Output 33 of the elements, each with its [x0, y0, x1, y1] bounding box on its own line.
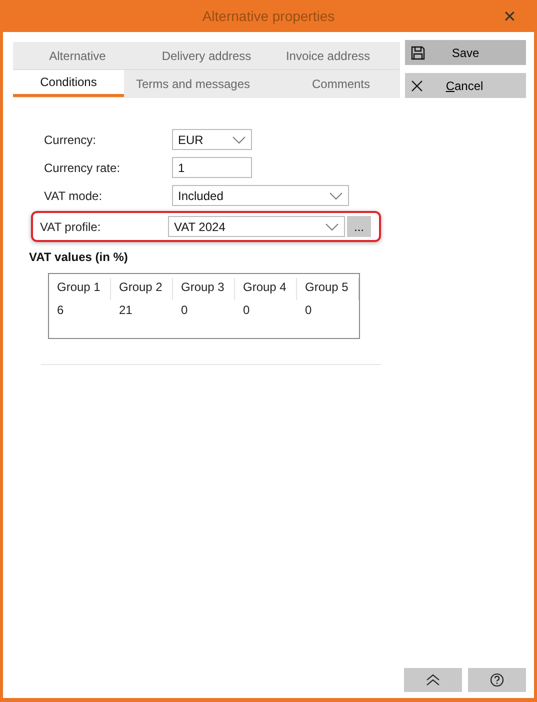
dropdown[interactable]: Included [172, 185, 349, 206]
browse-button[interactable]: ... [347, 216, 371, 237]
chevron-down-icon [232, 136, 246, 144]
cancel-button[interactable]: Cancel [405, 73, 526, 98]
column-header: Group 1 [49, 278, 111, 300]
column-header: Group 2 [111, 278, 173, 300]
close-icon [411, 80, 423, 92]
table-cell-text: 0 [180, 302, 189, 319]
section-title: VAT values (in %) [29, 250, 129, 264]
field-label: Currency: [44, 132, 98, 146]
help-button[interactable] [468, 668, 526, 692]
column-header: Group 3 [173, 278, 235, 300]
chevron-down-icon [325, 222, 339, 230]
table-cell-text: 0 [304, 302, 313, 319]
field-label: Currency rate: [44, 160, 122, 174]
double-chevron-up-icon [426, 674, 440, 686]
chevron-down-icon [329, 192, 343, 200]
column-header: Group 5 [297, 278, 359, 300]
save-button[interactable]: Save [405, 40, 526, 65]
close-button[interactable]: ✕ [503, 7, 516, 27]
tab[interactable]: Conditions [13, 70, 124, 97]
input-field[interactable]: 1 [172, 157, 252, 178]
dropdown[interactable]: EUR [172, 129, 252, 150]
help-icon [490, 673, 504, 687]
dropdown[interactable]: VAT 2024 [168, 216, 345, 237]
table-cell-text: 6 [56, 302, 65, 319]
table-cell-text: 0 [242, 302, 251, 319]
field-label: VAT mode: [44, 188, 104, 202]
scroll-top-button[interactable] [404, 668, 462, 692]
table-cell-text: 21 [118, 302, 134, 319]
column-header: Group 4 [235, 278, 297, 300]
field-label: VAT profile: [40, 220, 102, 234]
window-title: Alternative properties [202, 8, 335, 24]
